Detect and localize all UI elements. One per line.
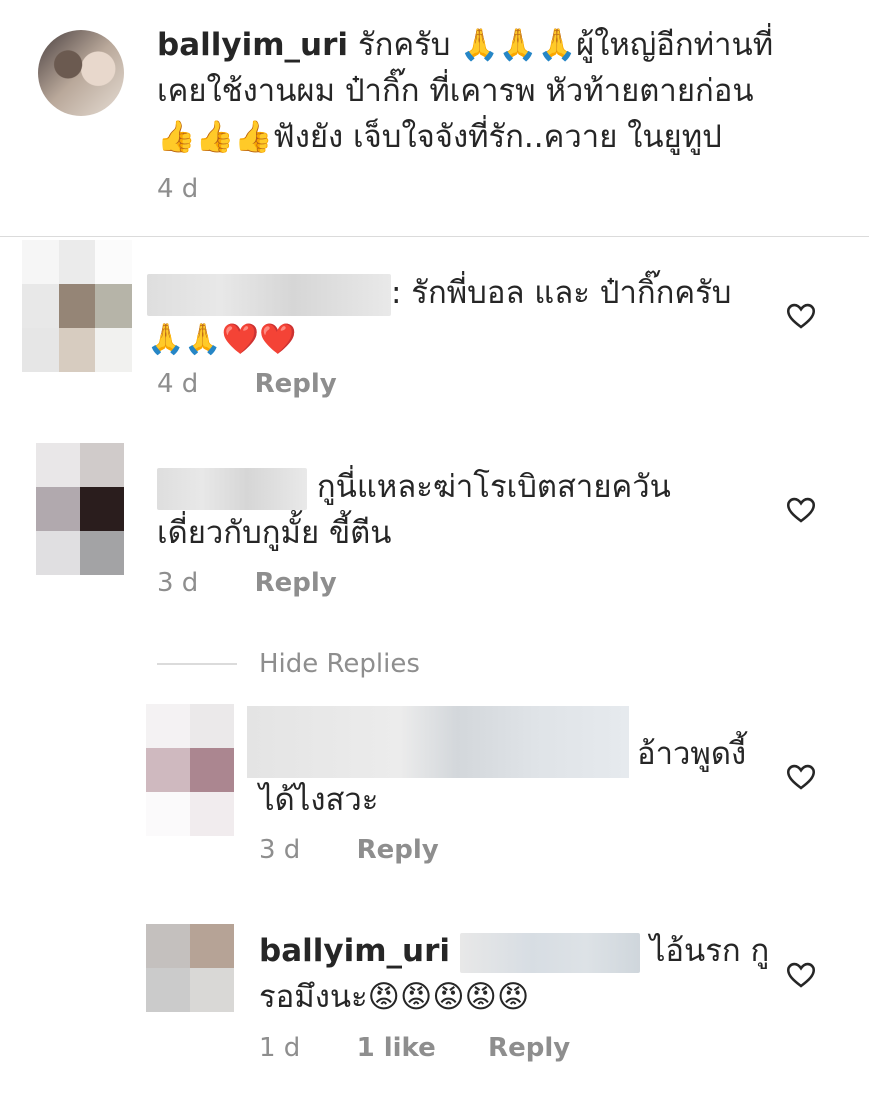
comment-text: 👍👍👍ฟังยัง เจ็บใจจังที่รัก..ควาย ในยูทูป	[157, 119, 722, 155]
comment-meta: 1 d 1 like Reply	[259, 1033, 570, 1063]
redacted-username	[459, 932, 640, 973]
comment-username[interactable]: ballyim_uri	[259, 933, 450, 969]
reply-button[interactable]: Reply	[488, 1033, 570, 1063]
comment-avatar[interactable]	[36, 443, 124, 575]
redacted-username	[247, 706, 629, 778]
comment-username[interactable]: ballyim_uri	[157, 27, 348, 63]
comment-text: อ้าวพูดงี้	[637, 736, 747, 772]
comment-time: 4 d	[157, 369, 199, 399]
comment-time: 3 d	[259, 835, 301, 865]
comment-avatar[interactable]	[22, 240, 132, 372]
heart-outline-icon[interactable]	[784, 957, 818, 991]
hide-replies-button[interactable]: Hide Replies	[259, 649, 420, 679]
comment-body: ballyim_uri รักครับ 🙏🙏🙏ผู้ใหญ่อีกท่านที่ …	[157, 22, 837, 160]
heart-outline-icon[interactable]	[784, 492, 818, 526]
comment-text: ไอ้นรก กู	[649, 933, 770, 969]
comment-text: ได้ไงสวะ	[259, 782, 379, 818]
reply-avatar[interactable]	[146, 704, 234, 836]
hide-replies-line	[157, 663, 237, 665]
heart-outline-icon[interactable]	[784, 298, 818, 332]
reply-button[interactable]: Reply	[255, 369, 337, 399]
redacted-username	[157, 467, 307, 510]
comment-meta: 4 d	[157, 174, 198, 204]
comment-time: 4 d	[157, 174, 199, 204]
comment-meta: 3 d Reply	[157, 568, 337, 598]
comment-body: : รักพี่บอล และ ป๋ากิ๊กครับ 🙏🙏❤️❤️	[147, 270, 767, 363]
comment-meta: 4 d Reply	[157, 369, 337, 399]
comment-meta: 3 d Reply	[259, 835, 439, 865]
comment-text: รักครับ 🙏🙏🙏ผู้ใหญ่อีกท่านที่	[357, 27, 774, 63]
comment-text: : รักพี่บอล และ ป๋ากิ๊กครับ	[391, 275, 732, 311]
comment-body: กูนี่แหละฆ่าโรเบิตสายควัน เดี่ยวกับกูมั้…	[157, 464, 777, 556]
redacted-username	[147, 273, 391, 316]
reply-button[interactable]: Reply	[357, 835, 439, 865]
comment-time: 3 d	[157, 568, 199, 598]
divider	[0, 236, 869, 237]
comment-avatar[interactable]	[38, 30, 124, 116]
heart-outline-icon[interactable]	[784, 759, 818, 793]
reply-button[interactable]: Reply	[255, 568, 337, 598]
likes-count[interactable]: 1 like	[357, 1033, 436, 1063]
comment-time: 1 d	[259, 1033, 301, 1063]
comment-text: กูนี่แหละฆ่าโรเบิตสายควัน	[316, 469, 671, 505]
reply-avatar[interactable]	[146, 924, 234, 1012]
comment-text: เคยใช้งานผม ป๋ากิ๊ก ที่เคารพ หัวท้ายตายก…	[157, 73, 754, 109]
comment-text: เดี่ยวกับกูมั้ย ขี้ตีน	[157, 515, 392, 551]
comment-body: ballyim_uri ไอ้นรก กู รอมึงนะ😡😡😡😡😡	[259, 928, 779, 1020]
comment-text: รอมึงนะ😡😡😡😡😡	[259, 979, 530, 1015]
comment-text: 🙏🙏❤️❤️	[147, 322, 297, 357]
